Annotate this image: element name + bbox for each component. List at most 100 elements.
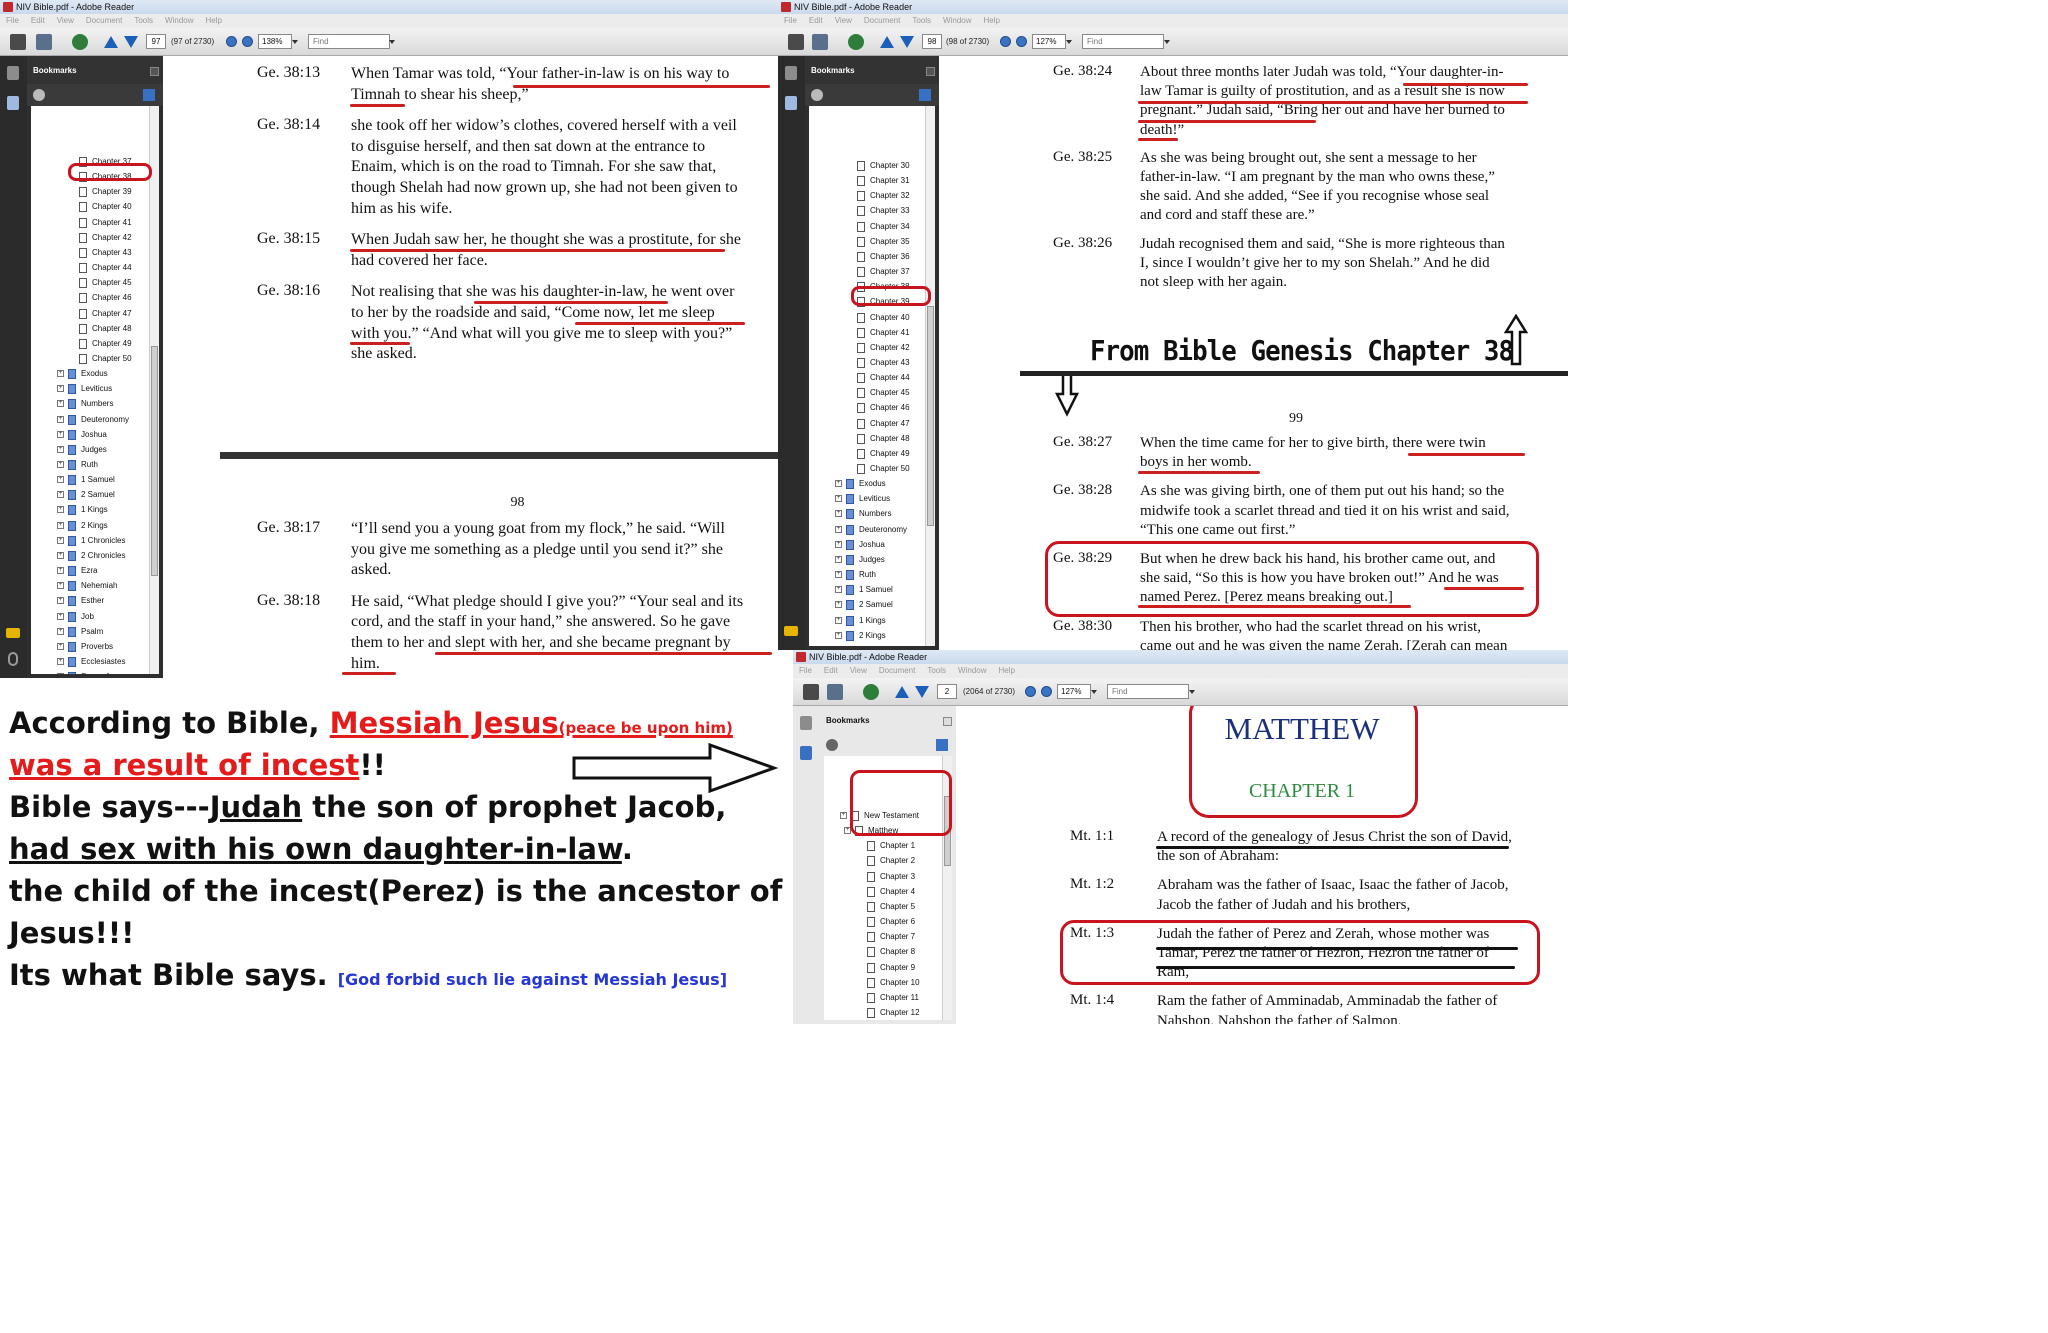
bookmark-item[interactable]: + Numbers (809, 506, 923, 521)
next-page-icon[interactable] (915, 686, 929, 698)
bookmark-item[interactable]: Chapter 46 (809, 400, 923, 415)
zoom-select[interactable]: 138% (258, 34, 292, 49)
bookmark-item[interactable]: Chapter 11 (824, 990, 940, 1005)
bookmark-item[interactable]: Chapter 50 (31, 351, 147, 366)
menu-file[interactable]: File (784, 14, 797, 28)
collaborate-icon[interactable] (72, 34, 88, 50)
expand-icon[interactable]: + (57, 612, 64, 620)
find-input[interactable]: Find (308, 34, 390, 49)
bookmark-item[interactable]: + Song of (31, 669, 147, 674)
next-page-icon[interactable] (900, 36, 914, 48)
bookmark-item[interactable]: Chapter 48 (31, 321, 147, 336)
bookmark-item[interactable]: + Proverbs (31, 639, 147, 654)
scroll-thumb[interactable] (151, 346, 158, 576)
bookmark-item[interactable]: Chapter 35 (809, 234, 923, 249)
zoom-in-icon[interactable] (242, 36, 253, 47)
zoom-dropdown-icon[interactable] (292, 40, 298, 44)
options-gear-icon[interactable] (826, 739, 838, 751)
bookmark-item[interactable]: + Psalm (31, 624, 147, 639)
menu-view[interactable]: View (835, 14, 852, 28)
bookmark-item[interactable]: + Ecclesiastes (31, 654, 147, 669)
bookmark-item[interactable]: Chapter 39 (31, 184, 147, 199)
expand-icon[interactable]: + (57, 370, 64, 378)
bookmark-item[interactable]: Chapter 48 (809, 431, 923, 446)
find-input[interactable]: Find (1107, 684, 1189, 699)
expand-icon[interactable]: + (840, 812, 847, 819)
attachment-icon[interactable] (8, 652, 18, 666)
expand-icon[interactable]: + (57, 567, 64, 575)
zoom-dropdown-icon[interactable] (1066, 40, 1072, 44)
bookmark-item[interactable]: + Esther (31, 593, 147, 608)
comments-icon[interactable] (784, 626, 798, 636)
bookmark-item[interactable]: Chapter 12 (824, 1005, 940, 1020)
next-page-icon[interactable] (124, 36, 138, 48)
expand-icon[interactable]: + (57, 445, 64, 453)
bookmark-item[interactable]: Chapter 42 (31, 230, 147, 245)
expand-bookmark-icon[interactable] (143, 89, 155, 101)
find-dropdown-icon[interactable] (1164, 40, 1170, 44)
bookmark-item[interactable]: Chapter 31 (809, 173, 923, 188)
menu-document[interactable]: Document (879, 664, 915, 678)
bookmark-item[interactable]: + Nehemiah (31, 578, 147, 593)
bookmark-item[interactable]: Chapter 32 (809, 188, 923, 203)
menu-tools[interactable]: Tools (927, 664, 946, 678)
bookmark-item[interactable]: Chapter 41 (31, 215, 147, 230)
menu-help[interactable]: Help (206, 14, 222, 28)
bookmark-item[interactable]: Chapter 46 (31, 290, 147, 305)
bookmark-item[interactable]: + Joshua (809, 537, 923, 552)
menu-file[interactable]: File (799, 664, 812, 678)
bookmark-item[interactable]: Chapter 8 (824, 944, 940, 959)
find-input[interactable]: Find (1082, 34, 1164, 49)
bookmark-item[interactable]: + Ruth (809, 567, 923, 582)
menu-view[interactable]: View (57, 14, 74, 28)
expand-icon[interactable]: + (835, 571, 842, 579)
expand-icon[interactable]: + (57, 461, 64, 468)
bookmarks-icon[interactable] (785, 96, 797, 110)
bookmark-item[interactable]: Chapter 47 (31, 306, 147, 321)
bookmark-item[interactable]: + Deuteronomy (31, 412, 147, 427)
bookmark-item[interactable]: +2 Kings (809, 628, 923, 643)
menu-file[interactable]: File (6, 14, 19, 28)
expand-bookmark-icon[interactable] (936, 739, 948, 751)
print-icon[interactable] (803, 684, 819, 700)
menu-window[interactable]: Window (165, 14, 193, 28)
expand-icon[interactable]: + (57, 415, 64, 423)
scroll-thumb[interactable] (927, 306, 934, 526)
scrollbar[interactable] (925, 106, 935, 646)
menu-window[interactable]: Window (943, 14, 971, 28)
bookmark-item[interactable]: Chapter 47 (809, 416, 923, 431)
bookmark-item[interactable]: Chapter 6 (824, 914, 940, 929)
zoom-select[interactable]: 127% (1032, 34, 1066, 49)
bookmark-item[interactable]: +1 Kings (31, 502, 147, 517)
zoom-select[interactable]: 127% (1057, 684, 1091, 699)
expand-icon[interactable]: + (835, 631, 842, 639)
bookmark-item[interactable]: Chapter 10 (824, 975, 940, 990)
bookmark-item[interactable]: Chapter 37 (809, 264, 923, 279)
options-gear-icon[interactable] (811, 89, 823, 101)
bookmark-item[interactable]: + Judges (809, 552, 923, 567)
menu-view[interactable]: View (850, 664, 867, 678)
bookmark-item[interactable]: +2 Samuel (809, 597, 923, 612)
page-number-input[interactable]: 2 (937, 684, 957, 699)
bookmark-item[interactable]: +1 Chronicles (809, 643, 923, 646)
bookmark-item[interactable]: + Ezra (31, 563, 147, 578)
menu-window[interactable]: Window (958, 664, 986, 678)
bookmark-item[interactable]: Chapter 1 (824, 838, 940, 853)
bookmark-item[interactable]: +2 Kings (31, 518, 147, 533)
expand-icon[interactable]: + (57, 582, 64, 590)
bookmark-item[interactable]: Chapter 4 (824, 884, 940, 899)
menu-edit[interactable]: Edit (31, 14, 45, 28)
expand-icon[interactable]: + (57, 430, 64, 438)
find-dropdown-icon[interactable] (389, 40, 395, 44)
menu-help[interactable]: Help (984, 14, 1000, 28)
expand-icon[interactable]: + (57, 597, 64, 605)
expand-icon[interactable]: + (57, 400, 64, 408)
menu-tools[interactable]: Tools (134, 14, 153, 28)
bookmark-item[interactable]: Chapter 50 (809, 461, 923, 476)
expand-icon[interactable]: + (835, 616, 842, 624)
expand-icon[interactable]: + (57, 627, 64, 635)
previous-page-icon[interactable] (104, 36, 118, 48)
previous-page-icon[interactable] (895, 686, 909, 698)
expand-icon[interactable]: + (57, 521, 64, 529)
bookmark-item[interactable]: +1 Samuel (809, 582, 923, 597)
